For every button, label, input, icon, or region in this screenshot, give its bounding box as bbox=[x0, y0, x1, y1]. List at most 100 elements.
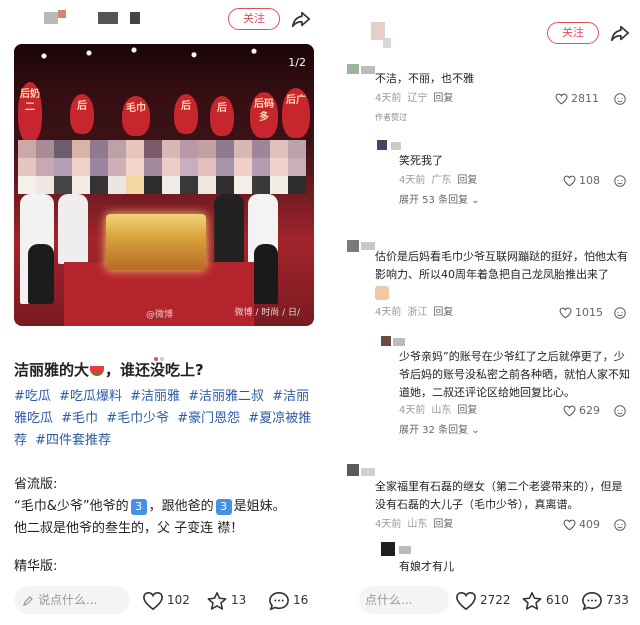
heart-icon bbox=[563, 519, 576, 531]
author-avatar-pixel bbox=[383, 38, 391, 48]
image-weibo-mark: @微博 bbox=[146, 310, 174, 320]
author-name-mosaic bbox=[98, 12, 118, 24]
interaction-bar: 说点什么... 102 13 16 bbox=[0, 578, 325, 625]
commenter-avatar[interactable] bbox=[381, 542, 395, 556]
interaction-bar: 点什么... 2722 610 733 bbox=[337, 578, 640, 625]
comment-meta: 4天前 辽宁 回复 bbox=[375, 92, 459, 106]
comment-time: 4天前 bbox=[375, 519, 402, 530]
hashtag[interactable]: #洁丽雅二叔 bbox=[188, 389, 264, 404]
comment-like-count: 409 bbox=[579, 518, 600, 531]
reply-link[interactable]: 回复 bbox=[457, 405, 477, 416]
commenter-avatar[interactable] bbox=[347, 64, 359, 74]
expand-replies-label: 展开 32 条回复 bbox=[399, 425, 469, 436]
sign-board: 后 bbox=[210, 96, 234, 136]
commenter-name-mosaic bbox=[399, 546, 411, 554]
image-counter: 1/2 bbox=[288, 56, 306, 69]
comment-like-button[interactable]: 108 bbox=[563, 174, 600, 188]
number-badge: 3 bbox=[130, 498, 147, 515]
commenter-avatar[interactable] bbox=[377, 140, 387, 150]
commenter-name-mosaic bbox=[361, 468, 375, 476]
comment-like-count: 629 bbox=[579, 404, 600, 417]
comment-text: 全家福里有石磊的继女（第二个老婆带来的），但是没有石磊的大儿子（毛巾少爷），真离… bbox=[375, 480, 623, 511]
heart-icon bbox=[555, 93, 568, 105]
person-figure bbox=[254, 244, 278, 304]
sign-board: 后码多 bbox=[250, 92, 278, 138]
comment-location: 山东 bbox=[431, 405, 452, 416]
favorite-button[interactable]: 610 bbox=[521, 589, 569, 611]
chevron-down-icon: ⌄ bbox=[471, 425, 480, 436]
comment-reply-icon[interactable] bbox=[613, 174, 627, 188]
comment-count: 16 bbox=[293, 593, 309, 607]
comments-panel: 关注 不洁，不丽，也不雅 4天前 辽宁 回复 2811 作者赞过 笑死我了 4天前广… bbox=[337, 0, 640, 625]
comment-like-count: 2811 bbox=[571, 92, 599, 105]
number-badge: 3 bbox=[215, 498, 232, 515]
comment-like-button[interactable]: 629 bbox=[563, 404, 600, 418]
post-title-suffix: ，谁还没吃上? bbox=[105, 361, 204, 379]
share-icon[interactable] bbox=[609, 22, 631, 44]
like-button[interactable]: 2722 bbox=[455, 589, 511, 611]
comment-button[interactable]: 16 bbox=[268, 589, 308, 611]
hashtag-list: #吃瓜 #吃瓜爆料 #洁丽雅 #洁丽雅二叔 #洁丽雅吃瓜 #毛巾 #毛巾少爷 #… bbox=[14, 386, 314, 452]
cake-table bbox=[106, 214, 206, 270]
commenter-name-mosaic bbox=[391, 142, 401, 150]
heart-icon bbox=[559, 307, 572, 319]
comment-button[interactable]: 733 bbox=[581, 589, 629, 611]
comment-reply-icon[interactable] bbox=[613, 92, 627, 106]
expand-replies-label: 展开 53 条回复 bbox=[399, 195, 469, 206]
favorite-button[interactable]: 13 bbox=[206, 589, 246, 611]
sticker-emoji bbox=[375, 286, 389, 300]
hashtag[interactable]: #毛巾少爷 bbox=[106, 411, 169, 426]
expand-replies-link[interactable]: 展开 32 条回复 ⌄ bbox=[399, 424, 480, 438]
comment-input[interactable]: 说点什么... bbox=[14, 586, 130, 614]
commenter-avatar[interactable] bbox=[347, 464, 359, 476]
comment-time: 4天前 bbox=[399, 405, 426, 416]
comment-reply-icon[interactable] bbox=[613, 518, 627, 532]
post-image[interactable]: 1/2 后奶二 后 毛巾 后 后 后码多 后广 @微博 微博 / 时尚 / 日/ bbox=[14, 44, 314, 326]
comment-like-count: 1015 bbox=[575, 306, 603, 319]
commenter-avatar[interactable] bbox=[381, 336, 391, 346]
sign-board: 后广 bbox=[282, 88, 310, 138]
comment-time: 4天前 bbox=[399, 175, 426, 186]
comment-like-button[interactable]: 409 bbox=[563, 518, 600, 532]
person-figure bbox=[58, 194, 88, 264]
comment-like-button[interactable]: 1015 bbox=[559, 306, 603, 320]
comment-placeholder: 说点什么... bbox=[38, 593, 98, 607]
author-name-mosaic bbox=[130, 12, 140, 24]
comment-reply-icon[interactable] bbox=[613, 306, 627, 320]
post-body-line: 他二叔是他爷的叁生的，父 子变连 襟！ bbox=[14, 521, 244, 536]
heart-icon bbox=[563, 175, 576, 187]
follow-button[interactable]: 关注 bbox=[228, 8, 280, 30]
hashtag[interactable]: #洁丽雅 bbox=[130, 389, 180, 404]
image-watermark: 微博 / 时尚 / 日/ bbox=[234, 308, 300, 318]
star-icon bbox=[207, 591, 227, 610]
hashtag[interactable]: #吃瓜爆料 bbox=[59, 389, 122, 404]
sign-board: 后 bbox=[70, 94, 94, 134]
author-avatar[interactable] bbox=[44, 12, 58, 24]
star-icon bbox=[522, 591, 542, 610]
sign-board: 毛巾 bbox=[122, 96, 150, 136]
body-text: ，跟他爸的 bbox=[148, 499, 214, 514]
hashtag[interactable]: #吃瓜 bbox=[14, 389, 51, 404]
share-icon[interactable] bbox=[290, 8, 312, 30]
hashtag[interactable]: #毛巾 bbox=[61, 411, 98, 426]
person-figure bbox=[28, 244, 54, 304]
reply-link[interactable]: 回复 bbox=[457, 175, 477, 186]
commenter-avatar[interactable] bbox=[347, 240, 359, 252]
expand-replies-link[interactable]: 展开 53 条回复 ⌄ bbox=[399, 194, 480, 208]
comment-input[interactable]: 点什么... bbox=[359, 586, 449, 614]
comment-location: 辽宁 bbox=[407, 93, 428, 104]
reply-link[interactable]: 回复 bbox=[433, 307, 453, 318]
watermelon-icon bbox=[90, 365, 105, 376]
comment-time: 4天前 bbox=[375, 307, 402, 318]
reply-link[interactable]: 回复 bbox=[433, 93, 453, 104]
comment-location: 浙江 bbox=[407, 307, 428, 318]
follow-button[interactable]: 关注 bbox=[547, 22, 599, 44]
hashtag[interactable]: #四件套推荐 bbox=[35, 433, 111, 448]
comment-like-button[interactable]: 2811 bbox=[555, 92, 599, 106]
comment-reply-icon[interactable] bbox=[613, 404, 627, 418]
comment-icon bbox=[582, 591, 602, 611]
reply-link[interactable]: 回复 bbox=[433, 519, 453, 530]
hashtag[interactable]: #豪门恩怨 bbox=[177, 411, 240, 426]
like-button[interactable]: 102 bbox=[142, 589, 190, 611]
like-count: 2722 bbox=[480, 593, 511, 607]
